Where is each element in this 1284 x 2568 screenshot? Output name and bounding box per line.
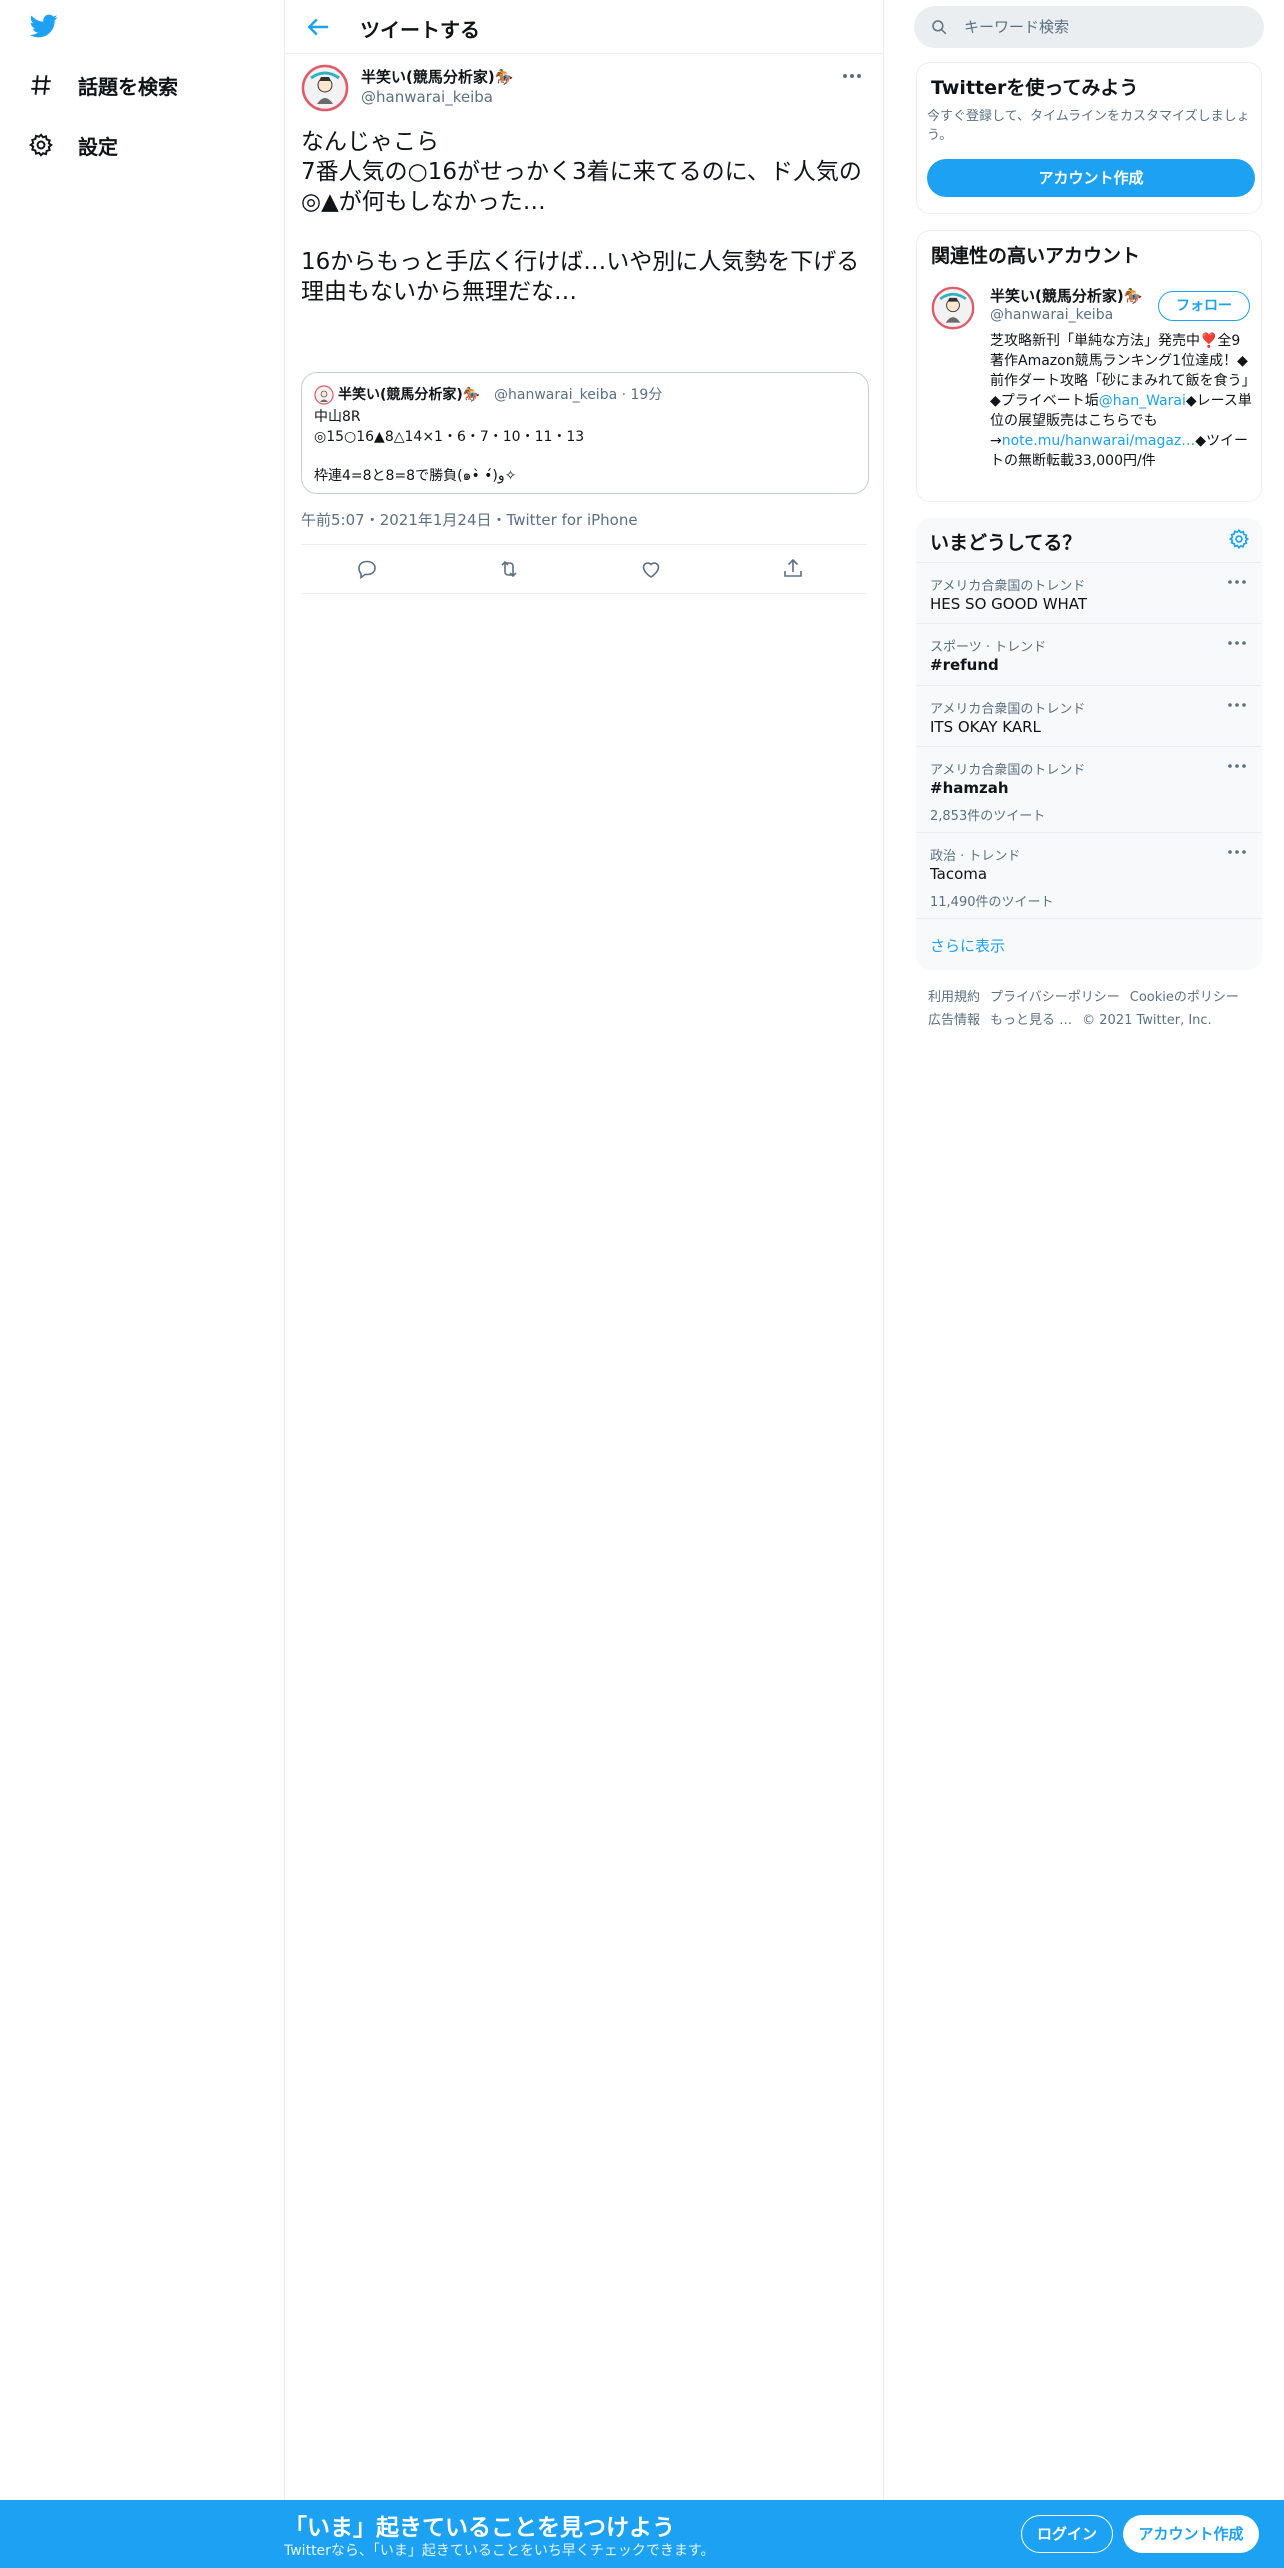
show-more-trends-link[interactable]: さらに表示 [916,918,1262,970]
gear-icon [1228,529,1250,549]
banner-signup-button[interactable]: アカウント作成 [1123,2515,1259,2553]
signup-banner: 「いま」起きていることを見つけよう Twitterなら、「いま」起きていることを… [0,2500,1284,2568]
copyright: © 2021 Twitter, Inc. [1082,1013,1212,1028]
quoted-tweet[interactable]: 半笑い(競馬分析家)🏇 @hanwarai_keiba · 19分 中山8R ◎… [301,372,869,494]
search-icon [932,20,947,35]
trend-item[interactable]: 政治 · トレンド Tacoma 11,490件のツイート [916,832,1262,918]
more-icon[interactable] [1226,698,1248,712]
related-account-bio: 芝攻略新刊「単純な方法」発売中❣️全9著作Amazon競馬ランキング1位達成！◆… [990,331,1252,471]
trends-card: いまどうしてる？ アメリカ合衆国のトレンド HES SO GOOD WHAT ス… [916,518,1262,970]
like-icon [642,562,660,578]
related-account-handle[interactable]: @hanwarai_keiba [990,307,1113,323]
bio-url-link[interactable]: note.mu/hanwarai/magaz… [1002,433,1196,449]
footer-link[interactable]: Cookieのポリシー [1130,990,1239,1005]
trend-category: 政治 · トレンド [930,849,1021,864]
tweet-text: なんじゃこら 7番人気の○16がせっかく3着に来てるのに、ド人気の◎▲が何もしな… [301,129,862,305]
arrow-left-icon [307,18,328,36]
more-icon[interactable] [1226,575,1248,589]
quote-text: 中山8R ◎15○16▲8△14×1・6・7・10・11・13 枠連4=8と8=… [314,409,585,484]
bio-mention-link[interactable]: @han_Warai [1099,393,1186,409]
search-box[interactable] [914,6,1264,48]
like-button[interactable] [639,557,665,583]
trend-name: Tacoma [930,865,988,883]
trends-settings-button[interactable] [1228,528,1250,550]
tweet-actions [301,544,867,594]
share-icon [784,558,802,577]
tweet-metadata: 午前5:07・2021年1月24日・Twitter for iPhone [301,509,638,530]
nav-settings-label: 設定 [78,134,118,159]
trend-name: #hamzah [930,779,1009,797]
trend-name: ITS OKAY KARL [930,718,1041,736]
tweet-source[interactable]: Twitter for iPhone [507,511,638,529]
signup-card-title: Twitterを使ってみよう [931,77,1139,99]
back-button[interactable] [303,12,333,42]
related-accounts-card: 関連性の高いアカウント 半笑い(競馬分析家)🏇 @hanwarai_keiba … [916,230,1262,502]
retweet-button[interactable] [497,557,523,583]
search-input[interactable] [962,6,1252,48]
trend-name: HES SO GOOD WHAT [930,595,1088,613]
footer-link[interactable]: プライバシーポリシー [990,990,1120,1005]
quote-author-name: 半笑い(競馬分析家)🏇 [338,387,481,403]
nav-explore-label: 話題を検索 [78,74,178,99]
hashtag-icon [31,75,51,95]
meta-separator: ・ [364,511,380,529]
related-accounts-title: 関連性の高いアカウント [931,245,1141,267]
author-handle[interactable]: @hanwarai_keiba [361,88,493,106]
footer-links: 利用規約 プライバシーポリシー Cookieのポリシー広告情報 もっと見る … © 20… [928,986,1258,1032]
author-name[interactable]: 半笑い(競馬分析家)🏇 [361,66,513,87]
related-account-name[interactable]: 半笑い(競馬分析家)🏇 [990,285,1142,306]
signup-card-description: 今すぐ登録して、タイムラインをカスタマイズしましょう。 [927,109,1250,143]
tweet-date[interactable]: 2021年1月24日 [380,511,492,529]
trend-category: アメリカ合衆国のトレンド [930,579,1086,594]
login-button[interactable]: ログイン [1021,2515,1113,2553]
gear-icon [28,133,54,157]
trend-item[interactable]: アメリカ合衆国のトレンド #hamzah 2,853件のツイート [916,746,1262,832]
trend-category: スポーツ · トレンド [930,640,1047,655]
more-icon[interactable] [1226,845,1248,859]
quote-author-avatar [314,385,334,405]
footer-link[interactable]: 利用規約 [928,990,980,1005]
author-avatar[interactable] [301,64,349,112]
footer-link[interactable]: もっと見る … [990,1013,1072,1028]
left-sidebar: 話題を検索 設定 [0,0,284,2500]
nav-explore[interactable]: 話題を検索 [28,63,178,107]
reply-button[interactable] [355,557,381,583]
banner-subtitle: Twitterなら、「いま」起きていることをいち早くチェックできます。 [284,2543,715,2559]
trend-tweet-count: 2,853件のツイート [930,809,1046,824]
more-icon [843,74,861,78]
nav-settings[interactable]: 設定 [28,123,118,167]
trend-category: アメリカ合衆国のトレンド [930,763,1086,778]
footer-link[interactable]: 広告情報 [928,1013,980,1028]
twitter-bird-icon[interactable] [28,12,68,42]
share-button[interactable] [781,557,807,583]
reply-icon [358,560,376,580]
create-account-button[interactable]: アカウント作成 [927,159,1255,197]
trend-tweet-count: 11,490件のツイート [930,895,1054,910]
retweet-icon [501,560,517,578]
trend-category: アメリカ合衆国のトレンド [930,702,1086,717]
tweet-time[interactable]: 午前5:07 [301,511,365,529]
follow-button[interactable]: フォロー [1158,291,1250,321]
right-sidebar: Twitterを使ってみよう 今すぐ登録して、タイムラインをカスタマイズしましょ… [914,0,1264,2500]
more-icon[interactable] [1226,636,1248,650]
trend-item[interactable]: アメリカ合衆国のトレンド HES SO GOOD WHAT [916,562,1262,623]
banner-title: 「いま」起きていることを見つけよう [284,2515,675,2541]
quote-author-handle: @hanwarai_keiba · 19分 [494,387,663,403]
trend-item[interactable]: スポーツ · トレンド #refund [916,623,1262,685]
page-title: ツイートする [360,18,480,42]
page-header: ツイートする [285,0,883,54]
main-column: ツイートする 半笑い(競馬分析家)🏇 @hanwarai_keiba なんじゃこ… [284,0,884,2500]
related-account-avatar[interactable] [931,286,975,330]
trend-item[interactable]: アメリカ合衆国のトレンド ITS OKAY KARL [916,685,1262,746]
trend-name: #refund [930,656,999,674]
more-icon[interactable] [1226,759,1248,773]
trends-title: いまどうしてる？ [930,532,1082,554]
signup-card: Twitterを使ってみよう 今すぐ登録して、タイムラインをカスタマイズしましょ… [916,62,1262,214]
more-options-button[interactable] [840,64,864,88]
meta-separator: ・ [491,511,507,529]
